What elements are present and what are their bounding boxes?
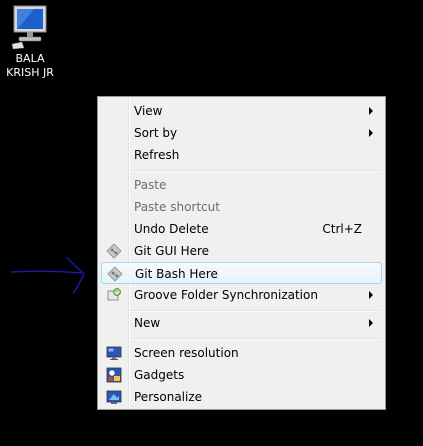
context-menu: View Sort by Refresh Paste Paste shortcu… (97, 96, 386, 410)
menu-item-label: Undo Delete (134, 222, 209, 236)
menu-item-label: Paste shortcut (134, 200, 220, 214)
arrow-right-icon (10, 256, 85, 295)
git-icon (106, 243, 122, 259)
menu-item-git-gui[interactable]: Git GUI Here (101, 240, 382, 262)
menu-item-label: Git GUI Here (134, 244, 210, 258)
menu-separator (131, 338, 379, 340)
menu-item-label: View (134, 104, 163, 118)
menu-item-label: Personalize (134, 390, 203, 404)
menu-item-gadgets[interactable]: Gadgets (101, 364, 382, 386)
menu-item-shortcut: Ctrl+Z (322, 222, 362, 236)
menu-item-label: Screen resolution (134, 346, 239, 360)
submenu-arrow-icon (369, 319, 373, 327)
menu-item-label: Groove Folder Synchronization (134, 288, 318, 302)
submenu-arrow-icon (369, 291, 373, 299)
git-icon (107, 266, 123, 282)
menu-item-label: Gadgets (134, 368, 185, 382)
gadgets-icon (106, 367, 122, 383)
menu-item-label: Paste (134, 178, 167, 192)
personalize-icon (106, 389, 122, 405)
menu-item-view[interactable]: View (101, 100, 382, 122)
menu-item-label: Sort by (134, 126, 178, 140)
menu-item-label: Refresh (134, 148, 180, 162)
desktop-icon-label: BALA KRISH JR (6, 52, 54, 79)
menu-item-paste-shortcut[interactable]: Paste shortcut (101, 196, 382, 218)
menu-item-label: New (134, 316, 161, 330)
desktop-icon-computer[interactable]: BALA KRISH JR (2, 4, 58, 80)
menu-item-groove-sync[interactable]: Groove Folder Synchronization (101, 284, 382, 306)
submenu-arrow-icon (369, 129, 373, 137)
screen-resolution-icon (106, 345, 122, 361)
menu-item-label: Git Bash Here (135, 267, 218, 281)
menu-item-paste[interactable]: Paste (101, 174, 382, 196)
desktop[interactable]: BALA KRISH JR View Sort by Refresh Paste… (0, 0, 423, 446)
submenu-arrow-icon (369, 107, 373, 115)
menu-item-screen-resolution[interactable]: Screen resolution (101, 342, 382, 364)
groove-icon (106, 287, 122, 303)
menu-item-sort-by[interactable]: Sort by (101, 122, 382, 144)
computer-monitor-icon (10, 4, 50, 50)
menu-item-refresh[interactable]: Refresh (101, 144, 382, 166)
menu-item-git-bash[interactable]: Git Bash Here (101, 262, 382, 284)
menu-separator (131, 170, 379, 172)
menu-item-personalize[interactable]: Personalize (101, 386, 382, 408)
menu-item-undo-delete[interactable]: Undo Delete Ctrl+Z (101, 218, 382, 240)
menu-item-new[interactable]: New (101, 312, 382, 334)
